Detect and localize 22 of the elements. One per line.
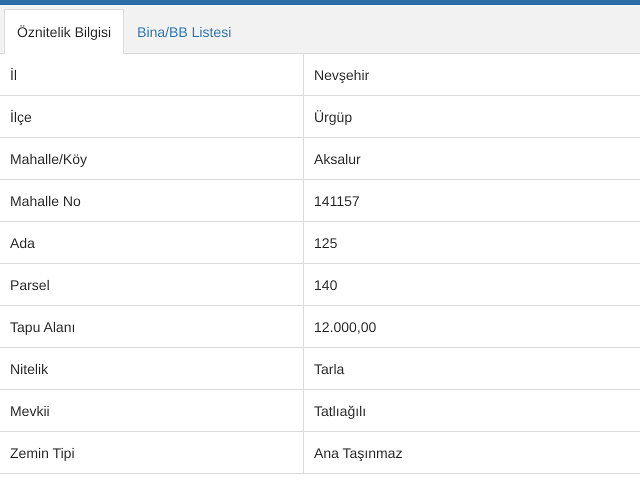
attribute-label: Ada	[9, 234, 36, 252]
attribute-label: Parsel	[9, 276, 51, 294]
attribute-label: Zemin Tipi	[9, 444, 76, 463]
attribute-label: Mevkii	[9, 402, 51, 420]
attribute-value: Tatlıağılı	[303, 390, 640, 431]
attribute-label: İlçe	[9, 108, 33, 127]
attribute-label: Mahalle/Köy	[9, 150, 88, 169]
attribute-label: Mahalle No	[9, 192, 82, 210]
attribute-value: Ana Taşınmaz	[303, 432, 640, 473]
attribute-value: 125	[303, 222, 640, 263]
attribute-value: 140	[303, 264, 640, 305]
tab[interactable]: Öznitelik Bilgisi	[4, 9, 124, 54]
attribute-value: 141157	[303, 180, 640, 221]
attribute-value: 12.000,00	[303, 306, 640, 347]
attribute-label: Nitelik	[9, 360, 50, 378]
attribute-value: Tarla	[303, 348, 640, 389]
attribute-label: İl	[9, 66, 18, 84]
tab[interactable]: Bina/BB Listesi	[124, 9, 244, 54]
attribute-value: Aksalur	[303, 138, 640, 179]
attribute-value: Ürgüp	[303, 96, 640, 137]
attribute-label: Tapu Alanı	[9, 318, 76, 337]
attribute-value: Nevşehir	[303, 54, 640, 95]
